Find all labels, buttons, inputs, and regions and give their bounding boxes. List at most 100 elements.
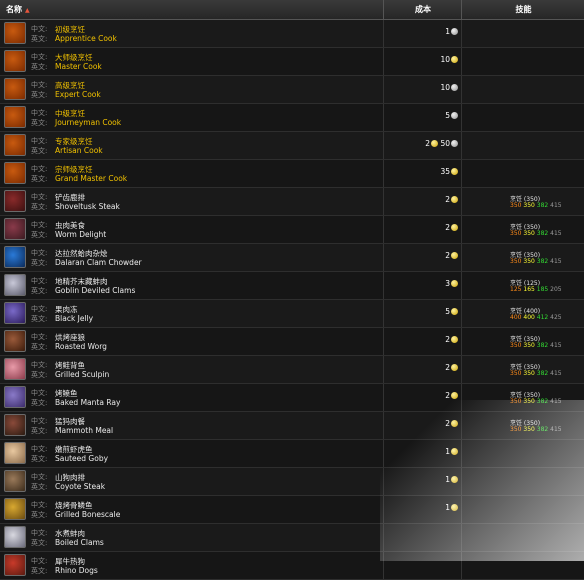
table-row[interactable]: 中文: 英文: 宗师级烹饪 Grand Master Cook 35 bbox=[0, 160, 584, 188]
table-row[interactable]: 中文: 英文: 山狗肉排 Coyote Steak 1 bbox=[0, 468, 584, 496]
cost-amount: 5 bbox=[445, 307, 450, 316]
table-row[interactable]: 中文: 英文: 大师级烹饪 Master Cook 10 bbox=[0, 48, 584, 76]
cost-cell: 2 bbox=[383, 384, 462, 411]
manta-ray-icon[interactable] bbox=[4, 386, 26, 408]
lang-label-en: 英文: bbox=[31, 455, 48, 463]
table-row[interactable]: 中文: 英文: 虫肉美食 Worm Delight 2 烹饪 (350) 350… bbox=[0, 216, 584, 244]
roast-turkey-icon[interactable] bbox=[4, 50, 26, 72]
skill-cell: 烹饪 (350) 350 350 382 415 bbox=[461, 384, 584, 411]
recipe-name-en[interactable]: Worm Delight bbox=[55, 230, 106, 239]
recipe-name-en[interactable]: Sauteed Goby bbox=[55, 454, 108, 463]
skill-cell: 烹饪 (125) 125 165 185 205 bbox=[461, 272, 584, 299]
cost-cell: 1 bbox=[383, 440, 462, 467]
lang-label-zh: 中文: bbox=[31, 25, 48, 33]
recipe-name-en[interactable]: Rhino Dogs bbox=[55, 566, 98, 575]
table-row[interactable]: 中文: 英文: 烧烤骨鳞鱼 Grilled Bonescale 1 bbox=[0, 496, 584, 524]
skill-levels: 350 350 382 415 bbox=[510, 398, 562, 405]
cost-cell: 10 bbox=[383, 76, 462, 103]
recipe-name-en[interactable]: Goblin Deviled Clams bbox=[55, 286, 135, 295]
recipe-name-en[interactable]: Grilled Sculpin bbox=[55, 370, 109, 379]
name-column-header[interactable]: 名称 ▲ bbox=[6, 0, 30, 19]
lang-label-zh: 中文: bbox=[31, 361, 48, 369]
roast-turkey-icon[interactable] bbox=[4, 78, 26, 100]
table-row[interactable]: 中文: 英文: 嫩煎虾虎鱼 Sauteed Goby 1 bbox=[0, 440, 584, 468]
boiled-clam-icon[interactable] bbox=[4, 526, 26, 548]
skill-cell bbox=[461, 468, 584, 495]
cost-cell bbox=[383, 524, 462, 551]
skill-column-header[interactable]: 技能 bbox=[461, 0, 584, 19]
recipe-name-en[interactable]: Roasted Worg bbox=[55, 342, 107, 351]
recipe-name-en[interactable]: Journeyman Cook bbox=[55, 118, 121, 127]
table-row[interactable]: 中文: 英文: 高级烹饪 Expert Cook 10 bbox=[0, 76, 584, 104]
cost-column-header[interactable]: 成本 bbox=[383, 0, 462, 19]
cost-cell: 2 bbox=[383, 188, 462, 215]
drumstick-icon[interactable] bbox=[4, 330, 26, 352]
gold-coin-icon bbox=[451, 420, 458, 427]
clam-icon[interactable] bbox=[4, 274, 26, 296]
skill-cell bbox=[461, 48, 584, 75]
cost-cell: 1 bbox=[383, 20, 462, 47]
roast-turkey-icon[interactable] bbox=[4, 22, 26, 44]
skill-levels: 350 350 382 415 bbox=[510, 370, 562, 377]
steak-icon[interactable] bbox=[4, 190, 26, 212]
table-row[interactable]: 中文: 英文: 铲齿鹿排 Shoveltusk Steak 2 烹饪 (350)… bbox=[0, 188, 584, 216]
recipe-name-en[interactable]: Baked Manta Ray bbox=[55, 398, 120, 407]
gold-coin-icon bbox=[451, 336, 458, 343]
jelly-icon[interactable] bbox=[4, 302, 26, 324]
recipe-name-en[interactable]: Expert Cook bbox=[55, 90, 101, 99]
meat-leg-icon[interactable] bbox=[4, 414, 26, 436]
roast-turkey-icon[interactable] bbox=[4, 134, 26, 156]
roast-turkey-icon[interactable] bbox=[4, 106, 26, 128]
lang-label-zh: 中文: bbox=[31, 445, 48, 453]
sort-arrow-icon[interactable]: ▲ bbox=[25, 7, 30, 14]
skill-levels: 125 165 185 205 bbox=[510, 286, 562, 293]
cost-amount: 1 bbox=[445, 27, 450, 36]
table-row[interactable]: 中文: 英文: 水煮蚌肉 Boiled Clams bbox=[0, 524, 584, 552]
table-row[interactable]: 中文: 英文: 烘烤座狼 Roasted Worg 2 烹饪 (350) 350… bbox=[0, 328, 584, 356]
roast-turkey-icon[interactable] bbox=[4, 162, 26, 184]
recipe-name-en[interactable]: Apprentice Cook bbox=[55, 34, 117, 43]
table-row[interactable]: 中文: 英文: 初级烹饪 Apprentice Cook 1 bbox=[0, 20, 584, 48]
gold-coin-icon bbox=[451, 224, 458, 231]
fish-fillet-icon[interactable] bbox=[4, 358, 26, 380]
recipe-name-en[interactable]: Mammoth Meal bbox=[55, 426, 113, 435]
cost-amount: 2 bbox=[425, 139, 431, 148]
recipe-name-en[interactable]: Black Jelly bbox=[55, 314, 93, 323]
table-row[interactable]: 中文: 英文: 中级烹饪 Journeyman Cook 5 bbox=[0, 104, 584, 132]
chowder-icon[interactable] bbox=[4, 246, 26, 268]
skill-cell bbox=[461, 440, 584, 467]
table-row[interactable]: 中文: 英文: 专家级烹饪 Artisan Cook 2 50 bbox=[0, 132, 584, 160]
recipe-name-en[interactable]: Dalaran Clam Chowder bbox=[55, 258, 142, 267]
table-row[interactable]: 中文: 英文: 烤鲑背鱼 Grilled Sculpin 2 烹饪 (350) … bbox=[0, 356, 584, 384]
worm-dish-icon[interactable] bbox=[4, 218, 26, 240]
recipe-name-en[interactable]: Master Cook bbox=[55, 62, 102, 71]
recipe-name-en[interactable]: Shoveltusk Steak bbox=[55, 202, 120, 211]
lang-label-en: 英文: bbox=[31, 483, 48, 491]
gold-coin-icon bbox=[451, 364, 458, 371]
recipe-name-en[interactable]: Boiled Clams bbox=[55, 538, 104, 547]
gold-coin-icon bbox=[451, 168, 458, 175]
lang-label-en: 英文: bbox=[31, 343, 48, 351]
skill-cell: 烹饪 (350) 350 350 382 415 bbox=[461, 412, 584, 439]
hotdog-icon[interactable] bbox=[4, 554, 26, 576]
table-row[interactable]: 中文: 英文: 果肉冻 Black Jelly 5 烹饪 (400) 400 4… bbox=[0, 300, 584, 328]
recipe-name-en[interactable]: Grand Master Cook bbox=[55, 174, 127, 183]
recipe-name-en[interactable]: Grilled Bonescale bbox=[55, 510, 120, 519]
coyote-steak-icon[interactable] bbox=[4, 470, 26, 492]
skill-levels: 350 350 382 415 bbox=[510, 230, 562, 237]
table-row[interactable]: 中文: 英文: 猛犸肉餐 Mammoth Meal 2 烹饪 (350) 350… bbox=[0, 412, 584, 440]
cost-amount: 2 bbox=[445, 223, 450, 232]
gold-coin-icon bbox=[451, 56, 458, 63]
recipe-name-en[interactable]: Artisan Cook bbox=[55, 146, 103, 155]
silver-coin-icon bbox=[451, 112, 458, 119]
table-row[interactable]: 中文: 英文: 烤鲼鱼 Baked Manta Ray 2 烹饪 (350) 3… bbox=[0, 384, 584, 412]
recipe-name-en[interactable]: Coyote Steak bbox=[55, 482, 105, 491]
lang-label-en: 英文: bbox=[31, 371, 48, 379]
table-row[interactable]: 中文: 英文: 地精芥末藏蚌肉 Goblin Deviled Clams 3 烹… bbox=[0, 272, 584, 300]
table-row[interactable]: 中文: 英文: 达拉然蛤肉杂烩 Dalaran Clam Chowder 2 烹… bbox=[0, 244, 584, 272]
bonescale-icon[interactable] bbox=[4, 498, 26, 520]
goby-icon[interactable] bbox=[4, 442, 26, 464]
table-row[interactable]: 中文: 英文: 犀牛热狗 Rhino Dogs bbox=[0, 552, 584, 580]
lang-label-zh: 中文: bbox=[31, 193, 48, 201]
skill-levels: 350 350 382 415 bbox=[510, 258, 562, 265]
